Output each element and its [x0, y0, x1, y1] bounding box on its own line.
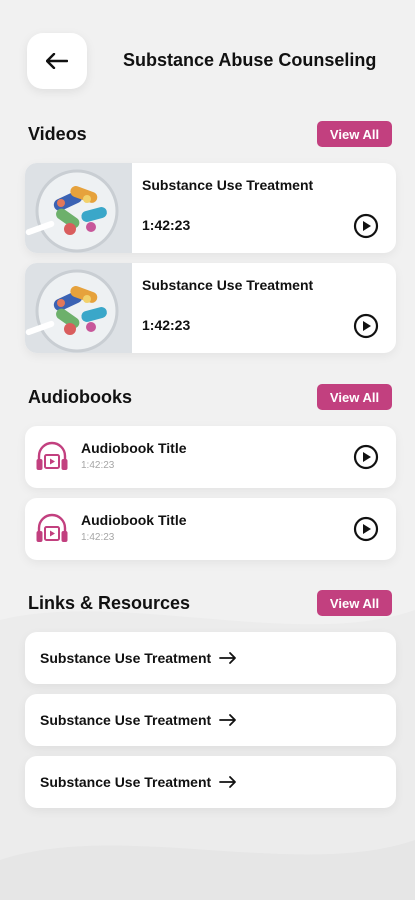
videos-section-title: Videos [28, 123, 87, 144]
video-duration: 1:42:23 [142, 217, 191, 233]
links-view-all-button[interactable]: View All [317, 590, 392, 616]
play-icon[interactable] [353, 516, 379, 542]
videos-view-all-button[interactable]: View All [317, 121, 392, 147]
arrow-right-icon [219, 652, 237, 664]
link-card[interactable]: Substance Use Treatment [25, 756, 396, 808]
video-duration: 1:42:23 [142, 317, 191, 333]
play-icon[interactable] [353, 444, 379, 470]
video-title: Substance Use Treatment [142, 177, 314, 193]
audiobook-card[interactable]: Audiobook Title 1:42:23 [25, 498, 396, 560]
links-section-title: Links & Resources [28, 592, 191, 613]
pills-image [25, 263, 132, 353]
videos-section-header: Videos View All [28, 121, 392, 147]
arrow-left-icon [46, 53, 68, 69]
arrow-right-icon [219, 776, 237, 788]
audiobook-card[interactable]: Audiobook Title 1:42:23 [25, 426, 396, 488]
video-card[interactable]: Substance Use Treatment 1:42:23 [25, 163, 396, 253]
audiobooks-section-header: Audiobooks View All [28, 384, 392, 410]
video-title: Substance Use Treatment [142, 277, 314, 293]
audiobook-title: Audiobook Title [81, 440, 187, 456]
audiobook-duration: 1:42:23 [81, 532, 115, 543]
video-thumbnail [25, 163, 132, 253]
video-card[interactable]: Substance Use Treatment 1:42:23 [25, 263, 396, 353]
back-button[interactable] [27, 33, 87, 89]
audiobook-title: Audiobook Title [81, 512, 187, 528]
pills-image [25, 163, 132, 253]
play-icon[interactable] [353, 213, 379, 239]
video-thumbnail [25, 263, 132, 353]
play-icon[interactable] [353, 313, 379, 339]
link-card[interactable]: Substance Use Treatment [25, 632, 396, 684]
links-section-header: Links & Resources View All [28, 590, 392, 616]
audiobooks-view-all-button[interactable]: View All [317, 384, 392, 410]
page-title: Substance Abuse Counseling [123, 50, 377, 70]
headphones-video-icon [36, 513, 68, 542]
link-card[interactable]: Substance Use Treatment [25, 694, 396, 746]
audiobooks-section-title: Audiobooks [28, 386, 132, 407]
arrow-right-icon [219, 714, 237, 726]
screen: Substance Abuse Counseling Videos View A… [0, 0, 415, 900]
audiobook-duration: 1:42:23 [81, 460, 115, 471]
link-label: Substance Use Treatment [40, 650, 212, 666]
link-label: Substance Use Treatment [40, 712, 212, 728]
link-label: Substance Use Treatment [40, 774, 212, 790]
headphones-video-icon [36, 441, 68, 470]
header: Substance Abuse Counseling [27, 33, 415, 89]
